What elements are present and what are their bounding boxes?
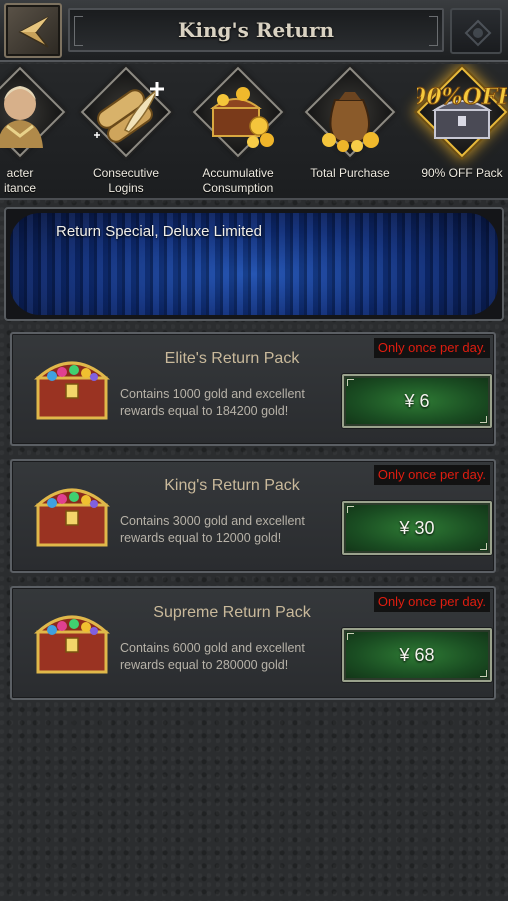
scroll-feather-icon <box>94 82 164 143</box>
pack-title: Elite's Return Pack <box>164 350 300 367</box>
corner-button[interactable] <box>450 8 502 54</box>
page-title: King's Return <box>177 18 335 42</box>
purchase-limit-label: Only once per day. <box>373 592 490 612</box>
pack-description: Contains 6000 gold and excellent rewards… <box>120 641 305 672</box>
treasure-chest-coins-icon <box>210 87 274 148</box>
tab-90-off-pack[interactable]: 90%OFF 90% OFF Pack <box>410 66 508 198</box>
treasure-chest-icon <box>34 615 110 674</box>
tab-label: Total Purchase <box>298 166 402 181</box>
tab-label: 90% OFF Pack <box>410 166 508 181</box>
category-tab-strip[interactable]: acter itance Consecutive Logins Accumulati… <box>0 64 508 200</box>
back-button[interactable] <box>4 3 62 58</box>
tab-consecutive-logins[interactable]: Consecutive Logins <box>74 66 178 198</box>
tab-label: acter itance <box>0 166 72 196</box>
pack-title: Supreme Return Pack <box>153 604 311 621</box>
pack-card-supreme: Supreme Return Pack Contains 6000 gold a… <box>10 586 496 700</box>
treasure-chest-icon <box>34 361 110 420</box>
tab-label-line: Accumulative <box>202 166 274 180</box>
buy-button[interactable]: ¥ 30 <box>342 501 492 555</box>
tab-label-line: itance <box>3 181 37 195</box>
character-portrait-icon <box>0 86 43 148</box>
tab-label-line: acter <box>6 166 34 180</box>
tab-label: Consecutive Logins <box>74 166 178 196</box>
tab-label: Accumulative Consumption <box>186 166 290 196</box>
discount-badge: 90%OFF <box>417 84 507 110</box>
treasure-chest-icon <box>34 488 110 547</box>
pack-card-elite: Elite's Return Pack Contains 1000 gold a… <box>10 332 496 446</box>
pack-title: King's Return Pack <box>164 477 300 494</box>
discount-chest-icon: 90%OFF <box>417 84 507 139</box>
pack-card-king: King's Return Pack Contains 3000 gold an… <box>10 459 496 573</box>
promo-banner: Return Special, Deluxe Limited <box>4 207 504 321</box>
title-bar: King's Return <box>68 8 444 52</box>
back-arrow-icon <box>18 16 49 48</box>
tab-label-line: Total Purchase <box>310 166 390 180</box>
banner-text: Return Special, Deluxe Limited <box>56 223 262 240</box>
pack-description: Contains 1000 gold and excellent rewards… <box>120 387 305 418</box>
buy-button[interactable]: ¥ 68 <box>342 628 492 682</box>
tab-accumulative-consumption[interactable]: Accumulative Consumption <box>186 66 290 198</box>
tab-character-inheritance[interactable]: acter itance <box>0 66 72 198</box>
tab-label-line: Consumption <box>202 181 274 195</box>
header-bar: King's Return <box>0 0 508 62</box>
pack-description: Contains 3000 gold and excellent rewards… <box>120 514 305 545</box>
buy-button[interactable]: ¥ 6 <box>342 374 492 428</box>
tab-label-line: 90% OFF Pack <box>421 166 503 180</box>
tab-label-line: Logins <box>108 181 144 195</box>
tab-total-purchase[interactable]: Total Purchase <box>298 66 402 198</box>
tab-label-line: Consecutive <box>92 166 160 180</box>
faded-emblem-icon <box>464 19 492 47</box>
money-bag-icon <box>322 92 379 152</box>
purchase-limit-label: Only once per day. <box>373 338 490 358</box>
purchase-limit-label: Only once per day. <box>373 465 490 485</box>
